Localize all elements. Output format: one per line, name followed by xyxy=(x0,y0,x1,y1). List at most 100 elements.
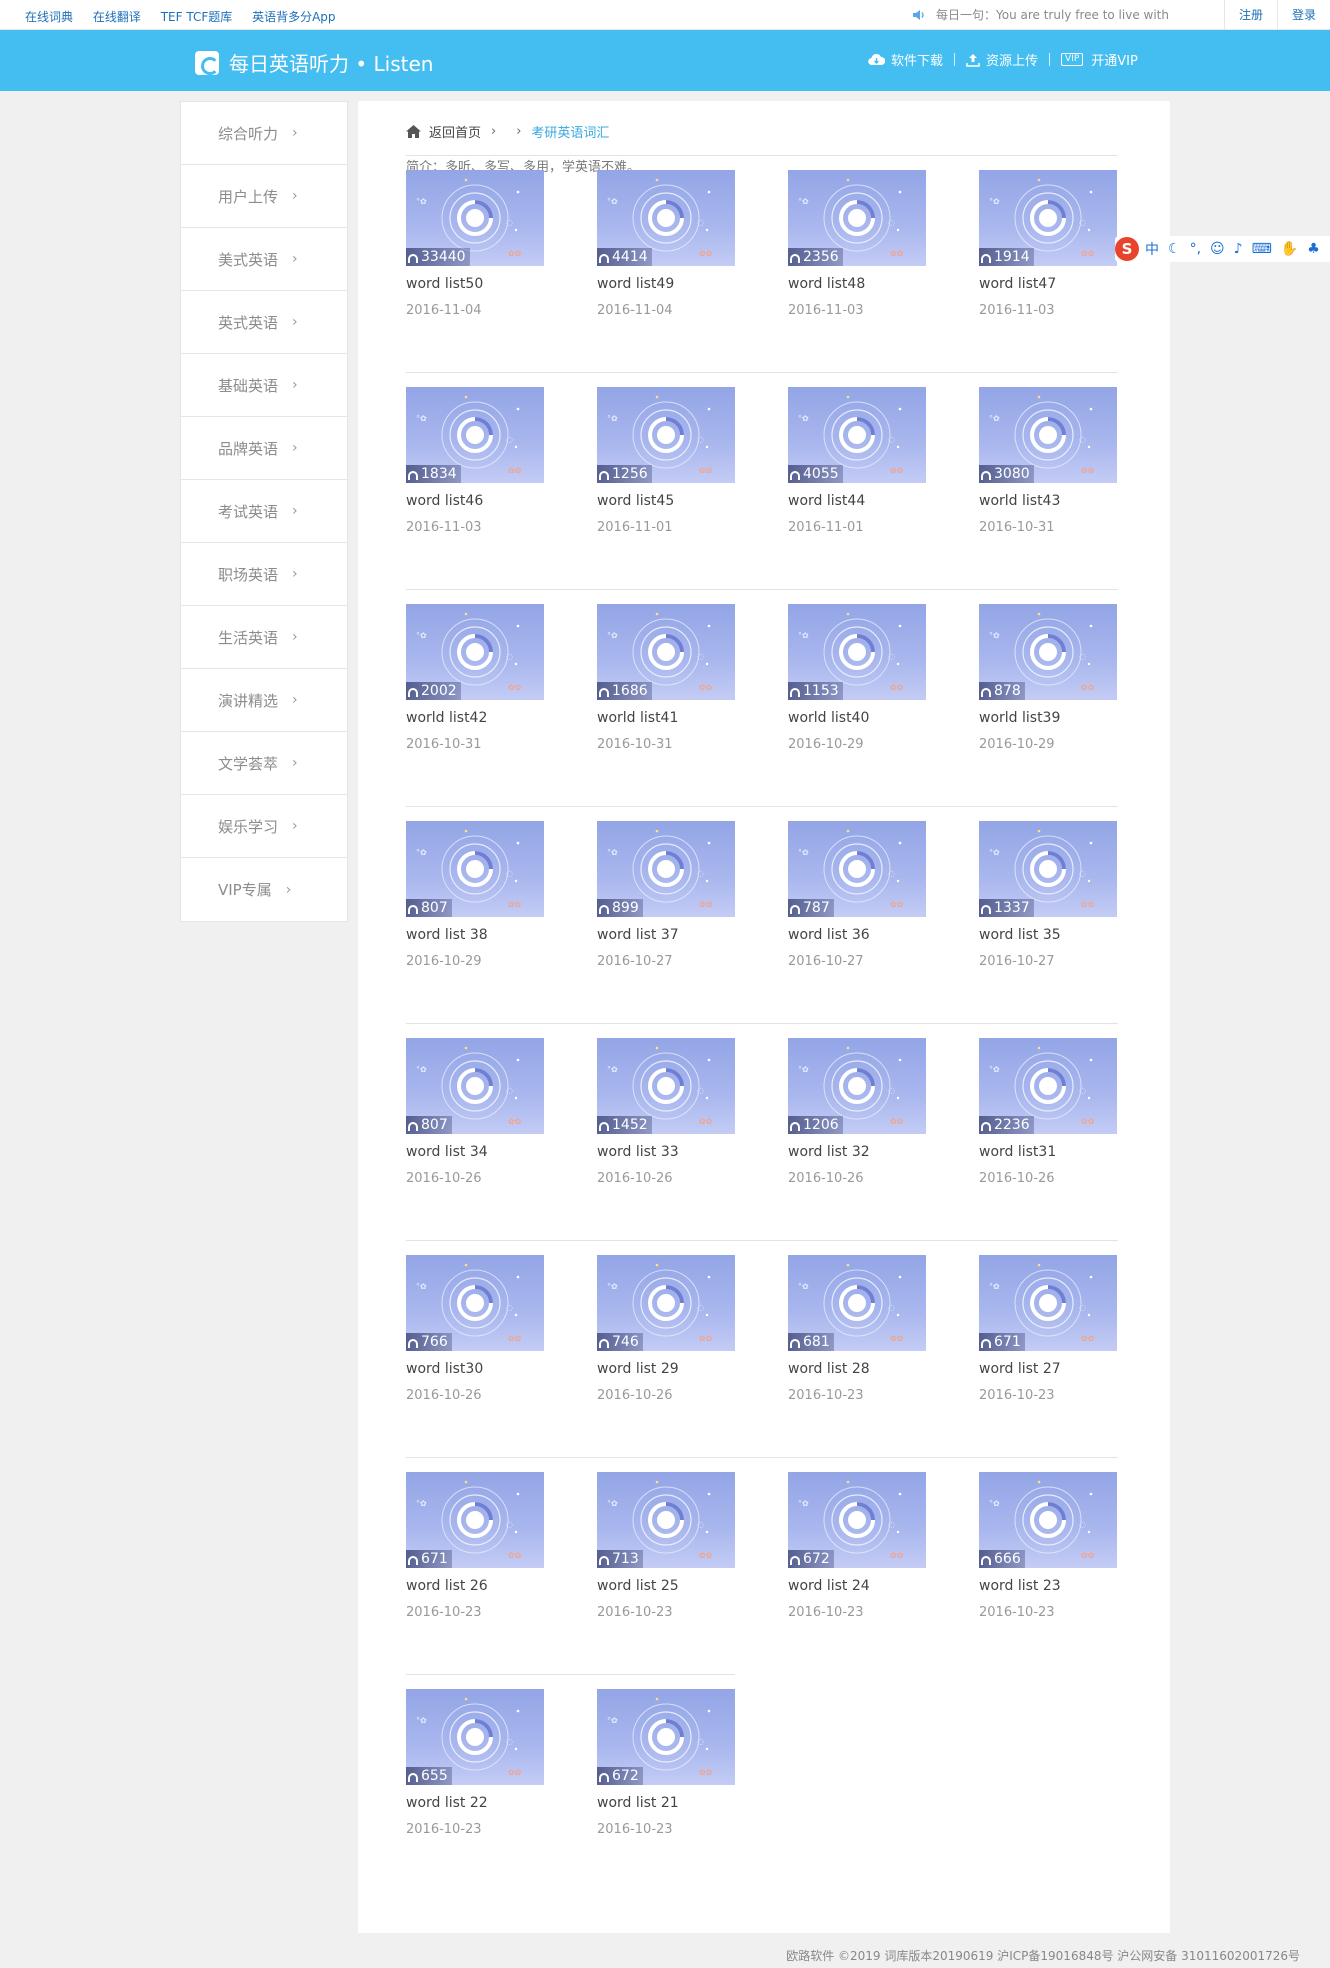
nav-download-label[interactable]: 软件下载 xyxy=(891,50,943,69)
audio-thumbnail[interactable]: °✿ ◌ ✿✿ 1686 xyxy=(597,604,735,700)
audio-title[interactable]: word list 37 xyxy=(597,927,679,943)
nav-upload[interactable]: 资源上传 xyxy=(966,50,1038,69)
emoji-icon[interactable]: ☺ xyxy=(1210,241,1225,257)
sidebar-item-vip[interactable]: VIP专属 › xyxy=(181,858,347,921)
logo-text[interactable]: 每日英语听力 • Listen xyxy=(229,48,433,77)
nav-vip[interactable]: VIP 开通VIP xyxy=(1061,50,1138,69)
toolbox-icon[interactable]: ✋ xyxy=(1281,241,1298,257)
keyboard-icon[interactable]: ⌨ xyxy=(1252,241,1272,257)
audio-thumbnail[interactable]: °✿ ◌ ✿✿ 1256 xyxy=(597,387,735,483)
daily-sentence[interactable]: 每日一句：You are truly free to live with xyxy=(912,6,1169,23)
audio-title[interactable]: word list 35 xyxy=(979,927,1061,943)
breadcrumb-current[interactable]: 考研英语词汇 xyxy=(531,122,609,141)
audio-title[interactable]: word list 34 xyxy=(406,1144,488,1160)
register-link[interactable]: 注册 xyxy=(1223,0,1277,30)
sidebar-item-speech[interactable]: 演讲精选 › xyxy=(181,669,347,732)
audio-title[interactable]: word list44 xyxy=(788,493,865,509)
audio-thumbnail[interactable]: °✿ ◌ ✿✿ 807 xyxy=(406,1038,544,1134)
audio-thumbnail[interactable]: °✿ ◌ ✿✿ 1452 xyxy=(597,1038,735,1134)
audio-thumbnail[interactable]: °✿ ◌ ✿✿ 672 xyxy=(597,1689,735,1785)
audio-thumbnail[interactable]: °✿ ◌ ✿✿ 2236 xyxy=(979,1038,1117,1134)
sidebar-item-entertainment[interactable]: 娱乐学习 › xyxy=(181,795,347,858)
audio-title[interactable]: word list 28 xyxy=(788,1361,870,1377)
audio-title[interactable]: word list 33 xyxy=(597,1144,679,1160)
audio-title[interactable]: world list40 xyxy=(788,710,869,726)
nav-download[interactable]: 软件下载 xyxy=(868,50,943,69)
site-logo[interactable]: 每日英语听力 • Listen xyxy=(195,48,433,77)
top-link-translate[interactable]: 在线翻译 xyxy=(93,10,141,24)
skin-icon[interactable]: ♣ xyxy=(1307,241,1320,257)
audio-thumbnail[interactable]: °✿ ◌ ✿✿ 899 xyxy=(597,821,735,917)
audio-title[interactable]: world list42 xyxy=(406,710,487,726)
audio-thumbnail[interactable]: °✿ ◌ ✿✿ 666 xyxy=(979,1472,1117,1568)
audio-thumbnail[interactable]: °✿ ◌ ✿✿ 807 xyxy=(406,821,544,917)
nav-vip-label[interactable]: 开通VIP xyxy=(1091,50,1138,69)
audio-thumbnail[interactable]: °✿ ◌ ✿✿ 878 xyxy=(979,604,1117,700)
audio-title[interactable]: word list 23 xyxy=(979,1578,1061,1594)
top-link-dictionary[interactable]: 在线词典 xyxy=(25,10,73,24)
home-icon[interactable] xyxy=(406,125,421,138)
audio-title[interactable]: word list45 xyxy=(597,493,674,509)
audio-title[interactable]: word list 38 xyxy=(406,927,488,943)
top-link-app[interactable]: 英语背多分App xyxy=(252,10,335,24)
audio-title[interactable]: world list41 xyxy=(597,710,678,726)
top-link-tef-tcf[interactable]: TEF TCF题库 xyxy=(161,10,233,24)
sidebar-item-user-upload[interactable]: 用户上传 › xyxy=(181,165,347,228)
audio-thumbnail[interactable]: °✿ ◌ ✿✿ 746 xyxy=(597,1255,735,1351)
audio-thumbnail[interactable]: °✿ ◌ ✿✿ 671 xyxy=(979,1255,1117,1351)
audio-thumbnail[interactable]: °✿ ◌ ✿✿ 766 xyxy=(406,1255,544,1351)
audio-thumbnail[interactable]: °✿ ◌ ✿✿ 655 xyxy=(406,1689,544,1785)
audio-title[interactable]: word list50 xyxy=(406,276,483,292)
audio-thumbnail[interactable]: °✿ ◌ ✿✿ 1153 xyxy=(788,604,926,700)
audio-thumbnail[interactable]: °✿ ◌ ✿✿ 672 xyxy=(788,1472,926,1568)
nav-upload-label[interactable]: 资源上传 xyxy=(986,50,1038,69)
audio-title[interactable]: word list 27 xyxy=(979,1361,1061,1377)
audio-thumbnail[interactable]: °✿ ◌ ✿✿ 33440 xyxy=(406,170,544,266)
audio-thumbnail[interactable]: °✿ ◌ ✿✿ 3080 xyxy=(979,387,1117,483)
daily-sentence-text[interactable]: 每日一句：You are truly free to live with xyxy=(936,6,1169,23)
audio-title[interactable]: word list 36 xyxy=(788,927,870,943)
sidebar-item-workplace[interactable]: 职场英语 › xyxy=(181,543,347,606)
moon-icon[interactable]: ☾ xyxy=(1168,241,1181,257)
audio-title[interactable]: word list 32 xyxy=(788,1144,870,1160)
sidebar-item-brand[interactable]: 品牌英语 › xyxy=(181,417,347,480)
sidebar-item-comprehensive[interactable]: 综合听力 › xyxy=(181,102,347,165)
sidebar-item-basic[interactable]: 基础英语 › xyxy=(181,354,347,417)
audio-title[interactable]: world list43 xyxy=(979,493,1060,509)
speaker-icon[interactable] xyxy=(912,8,926,22)
audio-title[interactable]: word list 29 xyxy=(597,1361,679,1377)
sidebar-item-life[interactable]: 生活英语 › xyxy=(181,606,347,669)
audio-title[interactable]: word list 24 xyxy=(788,1578,870,1594)
sidebar-item-literature[interactable]: 文学荟萃 › xyxy=(181,732,347,795)
ime-mode[interactable]: 中 xyxy=(1145,239,1159,259)
audio-title[interactable]: word list 26 xyxy=(406,1578,488,1594)
audio-thumbnail[interactable]: °✿ ◌ ✿✿ 1337 xyxy=(979,821,1117,917)
audio-title[interactable]: word list 22 xyxy=(406,1795,488,1811)
audio-thumbnail[interactable]: °✿ ◌ ✿✿ 4055 xyxy=(788,387,926,483)
audio-title[interactable]: word list46 xyxy=(406,493,483,509)
audio-title[interactable]: word list48 xyxy=(788,276,865,292)
breadcrumb-home[interactable]: 返回首页 xyxy=(429,122,481,141)
sidebar-item-exam[interactable]: 考试英语 › xyxy=(181,480,347,543)
sogou-logo-icon[interactable]: S xyxy=(1115,237,1139,261)
audio-thumbnail[interactable]: °✿ ◌ ✿✿ 1914 xyxy=(979,170,1117,266)
audio-title[interactable]: word list49 xyxy=(597,276,674,292)
sidebar-item-american[interactable]: 美式英语 › xyxy=(181,228,347,291)
audio-thumbnail[interactable]: °✿ ◌ ✿✿ 713 xyxy=(597,1472,735,1568)
sidebar-item-british[interactable]: 英式英语 › xyxy=(181,291,347,354)
audio-thumbnail[interactable]: °✿ ◌ ✿✿ 681 xyxy=(788,1255,926,1351)
audio-title[interactable]: word list 25 xyxy=(597,1578,679,1594)
login-link[interactable]: 登录 xyxy=(1276,0,1330,30)
audio-thumbnail[interactable]: °✿ ◌ ✿✿ 2356 xyxy=(788,170,926,266)
audio-thumbnail[interactable]: °✿ ◌ ✿✿ 4414 xyxy=(597,170,735,266)
audio-thumbnail[interactable]: °✿ ◌ ✿✿ 1206 xyxy=(788,1038,926,1134)
audio-title[interactable]: world list39 xyxy=(979,710,1060,726)
audio-title[interactable]: word list30 xyxy=(406,1361,483,1377)
microphone-icon[interactable]: ♪ xyxy=(1234,241,1243,257)
audio-title[interactable]: word list 21 xyxy=(597,1795,679,1811)
punctuation-icon[interactable]: °, xyxy=(1190,241,1201,257)
audio-title[interactable]: word list47 xyxy=(979,276,1056,292)
audio-title[interactable]: word list31 xyxy=(979,1144,1056,1160)
audio-thumbnail[interactable]: °✿ ◌ ✿✿ 787 xyxy=(788,821,926,917)
audio-thumbnail[interactable]: °✿ ◌ ✿✿ 2002 xyxy=(406,604,544,700)
